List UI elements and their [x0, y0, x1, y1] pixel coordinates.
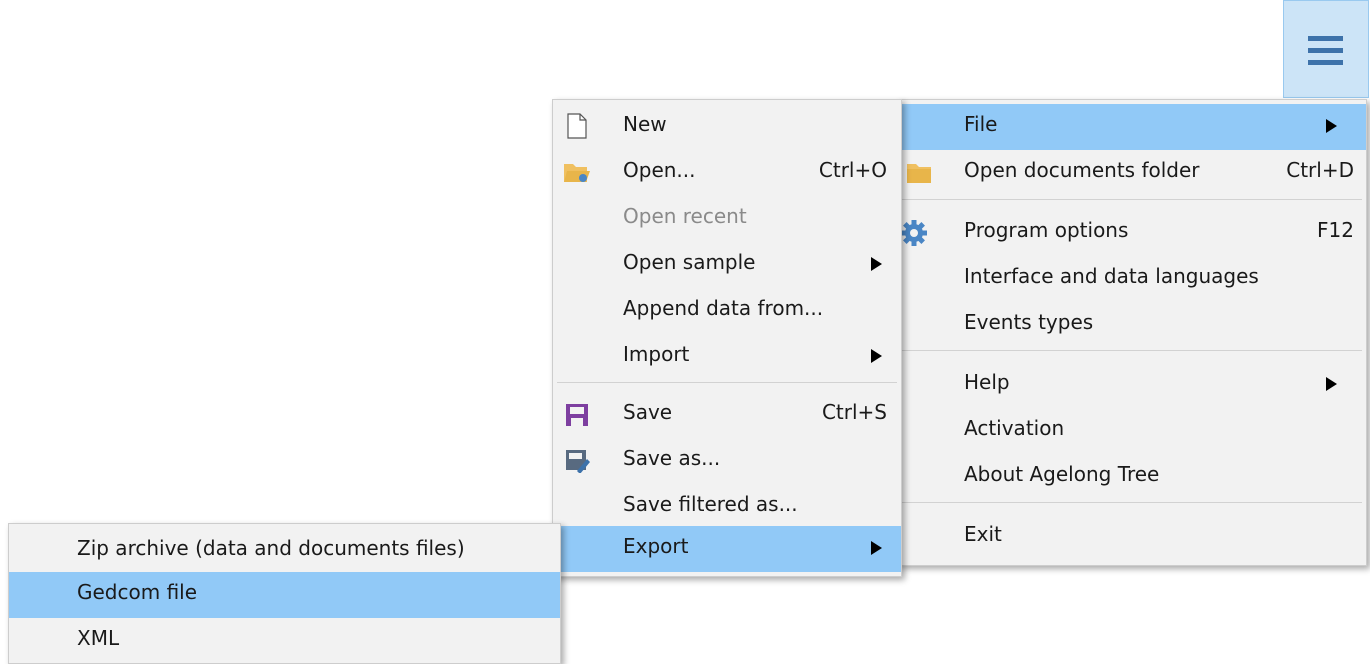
menu-separator [557, 382, 897, 383]
menu-item-xml[interactable]: XML [9, 618, 560, 664]
gear-icon [901, 220, 927, 246]
menu-item-save[interactable]: Save Ctrl+S [553, 392, 901, 438]
menu-item-label: Save filtered as... [623, 492, 798, 516]
folder-icon [907, 164, 931, 183]
menu-item-label: Program options [964, 218, 1129, 242]
save-as-icon [566, 450, 590, 473]
menu-item-label: Activation [964, 416, 1065, 440]
menu-item-label: Help [964, 370, 1010, 394]
menu-item-open[interactable]: Open... Ctrl+O [553, 150, 901, 196]
menu-item-label: About Agelong Tree [964, 462, 1160, 486]
open-folder-icon [564, 164, 590, 182]
menu-item-save-filtered-as[interactable]: Save filtered as... [553, 484, 901, 530]
menu-item-activation[interactable]: Activation [898, 408, 1366, 454]
menu-item-label: Events types [964, 310, 1094, 334]
menu-item-events-types[interactable]: Events types [898, 302, 1366, 348]
menu-item-interface-languages[interactable]: Interface and data languages [898, 256, 1366, 302]
submenu-arrow-icon [871, 541, 882, 555]
menu-item-shortcut: Ctrl+D [1286, 158, 1354, 182]
menu-item-new[interactable]: New [553, 104, 901, 150]
menu-item-append-data[interactable]: Append data from... [553, 288, 901, 334]
main-menu-button[interactable] [1283, 0, 1369, 98]
export-submenu: Zip archive (data and documents files) G… [8, 523, 561, 664]
menu-item-label: Zip archive (data and documents files) [77, 536, 465, 560]
menu-item-label: New [623, 112, 667, 136]
menu-separator [902, 199, 1362, 200]
menu-item-gedcom-file[interactable]: Gedcom file [9, 572, 560, 618]
menu-item-label: Export [623, 534, 689, 558]
menu-item-import[interactable]: Import [553, 334, 901, 380]
menu-item-label: Save [623, 400, 673, 424]
file-submenu: New Open... Ctrl+O Open recent Open samp… [552, 99, 902, 577]
menu-item-label: XML [77, 626, 120, 650]
menu-separator [902, 502, 1362, 503]
menu-item-label: Open sample [623, 250, 756, 274]
menu-item-open-documents-folder[interactable]: Open documents folder Ctrl+D [898, 150, 1366, 196]
menu-item-help[interactable]: Help [898, 362, 1366, 408]
menu-item-label: File [964, 112, 998, 136]
submenu-arrow-icon [871, 257, 882, 271]
new-document-icon [567, 113, 587, 139]
main-menu: File Open documents folder Ctrl+D Progra… [897, 99, 1367, 566]
menu-item-open-sample[interactable]: Open sample [553, 242, 901, 288]
menu-item-label: Append data from... [623, 296, 824, 320]
submenu-arrow-icon [1326, 119, 1337, 133]
hamburger-icon-bar [1308, 48, 1343, 53]
menu-item-open-recent: Open recent [553, 196, 901, 242]
menu-item-label: Open documents folder [964, 158, 1200, 182]
hamburger-icon-bar [1308, 60, 1343, 65]
menu-item-file[interactable]: File [898, 104, 1366, 150]
hamburger-icon [1308, 36, 1343, 41]
menu-item-label: Open recent [623, 204, 747, 228]
menu-separator [902, 350, 1362, 351]
menu-item-zip-archive[interactable]: Zip archive (data and documents files) [9, 528, 560, 574]
menu-item-shortcut: Ctrl+S [821, 400, 887, 424]
menu-item-label: Open... [623, 158, 696, 182]
menu-item-label: Interface and data languages [964, 264, 1259, 288]
menu-item-program-options[interactable]: Program options F12 [898, 210, 1366, 256]
menu-item-label: Exit [964, 522, 1002, 546]
menu-item-label: Gedcom file [77, 580, 198, 604]
submenu-arrow-icon [871, 349, 882, 363]
menu-item-label: Save as... [623, 446, 721, 470]
menu-item-export[interactable]: Export [553, 526, 901, 572]
save-icon [566, 404, 588, 426]
menu-item-about[interactable]: About Agelong Tree [898, 454, 1366, 500]
menu-item-shortcut: F12 [1317, 218, 1354, 242]
menu-item-exit[interactable]: Exit [898, 514, 1366, 560]
submenu-arrow-icon [1326, 377, 1337, 391]
menu-item-shortcut: Ctrl+O [818, 158, 887, 182]
menu-item-label: Import [623, 342, 690, 366]
menu-item-save-as[interactable]: Save as... [553, 438, 901, 484]
